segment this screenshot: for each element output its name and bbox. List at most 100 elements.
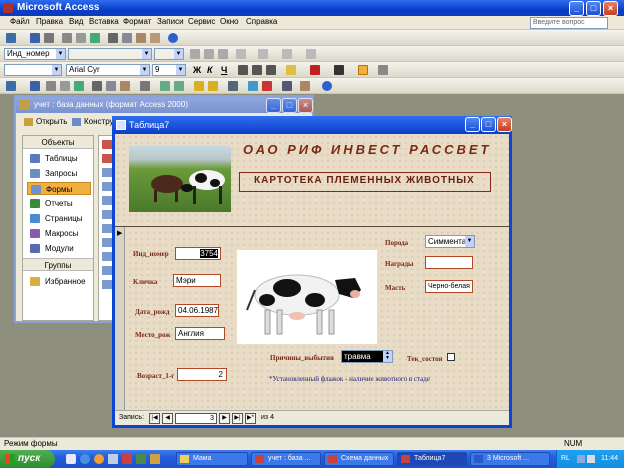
chevron-down-icon[interactable]: ▼ bbox=[56, 49, 65, 59]
italic-icon[interactable]: К bbox=[207, 65, 213, 75]
objects-item-queries[interactable]: Запросы bbox=[27, 167, 91, 180]
objects-item-tables[interactable]: Таблицы bbox=[27, 152, 91, 165]
quicklaunch-icon[interactable] bbox=[136, 454, 146, 464]
objects-item-macros[interactable]: Макросы bbox=[27, 227, 91, 240]
help-search-input[interactable]: Введите вопрос bbox=[530, 17, 608, 29]
open-button[interactable]: Открыть bbox=[24, 117, 67, 126]
start-button[interactable]: пуск bbox=[0, 450, 55, 468]
size-combo-disabled[interactable]: ▼ bbox=[154, 48, 184, 60]
objects-item-modules[interactable]: Модули bbox=[27, 242, 91, 255]
save-icon[interactable] bbox=[30, 33, 40, 43]
last-record-button[interactable]: ▶| bbox=[232, 413, 243, 424]
color-field[interactable]: Черно-белая bbox=[425, 280, 473, 293]
form-item-icon[interactable] bbox=[102, 140, 112, 149]
first-record-button[interactable]: |◀ bbox=[149, 413, 160, 424]
form-minimize-button[interactable]: _ bbox=[465, 117, 480, 132]
volume-icon[interactable] bbox=[587, 455, 595, 463]
spin-icon[interactable]: ▲ ▼ bbox=[383, 351, 392, 362]
menu-format[interactable]: Формат bbox=[123, 17, 151, 26]
language-indicator[interactable]: RL bbox=[561, 450, 570, 468]
design-button[interactable]: Конструк bbox=[72, 117, 117, 126]
menu-view[interactable]: Вид bbox=[69, 17, 83, 26]
quicklaunch-icon[interactable] bbox=[150, 454, 160, 464]
paste-icon[interactable] bbox=[136, 33, 146, 43]
spell-icon[interactable] bbox=[74, 81, 84, 91]
form-item-icon[interactable] bbox=[102, 252, 112, 261]
spell-icon[interactable] bbox=[90, 33, 100, 43]
taskbar-item-mama[interactable]: Мама bbox=[176, 452, 248, 466]
record-selector[interactable]: ▶ bbox=[115, 227, 125, 410]
new-record-button[interactable]: ▶* bbox=[245, 413, 256, 424]
cut-icon[interactable] bbox=[108, 33, 118, 43]
form-close-button[interactable]: × bbox=[497, 117, 512, 132]
copy-icon[interactable] bbox=[106, 81, 116, 91]
menu-file[interactable]: Файл bbox=[10, 17, 30, 26]
menu-tools[interactable]: Сервис bbox=[188, 17, 215, 26]
underline-icon[interactable]: Ч bbox=[221, 65, 227, 75]
font-size-combo[interactable]: 9 ▼ bbox=[152, 64, 186, 76]
object-combo[interactable]: ▼ bbox=[4, 64, 62, 76]
objects-item-reports[interactable]: Отчеты bbox=[27, 197, 91, 210]
dob-field[interactable]: 04.06.1987 bbox=[175, 304, 219, 317]
app-minimize-button[interactable]: _ bbox=[569, 1, 584, 16]
new-object-icon[interactable] bbox=[300, 81, 310, 91]
find-icon[interactable] bbox=[228, 81, 238, 91]
form-item-icon[interactable] bbox=[102, 266, 112, 275]
view-icon[interactable] bbox=[6, 33, 16, 43]
objects-item-pages[interactable]: Страницы bbox=[27, 212, 91, 225]
taskbar-item-db[interactable]: учет : база ... bbox=[251, 452, 321, 466]
fill-color-icon[interactable] bbox=[236, 49, 246, 59]
format-painter-icon[interactable] bbox=[150, 33, 160, 43]
db-maximize-button[interactable]: □ bbox=[282, 98, 297, 113]
special-effect-icon[interactable] bbox=[358, 65, 368, 75]
font-color-icon[interactable] bbox=[310, 65, 320, 75]
delete-record-icon[interactable] bbox=[262, 81, 272, 91]
filter-icon[interactable] bbox=[194, 81, 204, 91]
preview-icon[interactable] bbox=[76, 33, 86, 43]
db-close-button[interactable]: × bbox=[298, 98, 313, 113]
bold-icon[interactable] bbox=[190, 49, 200, 59]
menu-records[interactable]: Записи bbox=[157, 17, 184, 26]
sort-asc-icon[interactable] bbox=[160, 81, 170, 91]
paste-icon[interactable] bbox=[120, 81, 130, 91]
fill-color-icon[interactable] bbox=[286, 65, 296, 75]
print-icon[interactable] bbox=[62, 33, 72, 43]
objects-item-forms[interactable]: Формы bbox=[27, 182, 91, 195]
chevron-down-icon[interactable]: ▼ bbox=[140, 65, 149, 75]
app-close-button[interactable]: × bbox=[603, 1, 618, 16]
menu-help[interactable]: Справка bbox=[246, 17, 277, 26]
font-combo-disabled[interactable]: ▼ bbox=[68, 48, 152, 60]
line-color-icon[interactable] bbox=[282, 49, 292, 59]
form-item-icon[interactable] bbox=[102, 280, 112, 289]
quicklaunch-icon[interactable] bbox=[94, 454, 104, 464]
sort-desc-icon[interactable] bbox=[174, 81, 184, 91]
align-left-icon[interactable] bbox=[238, 65, 248, 75]
new-record-icon[interactable] bbox=[248, 81, 258, 91]
next-record-button[interactable]: ▶ bbox=[219, 413, 230, 424]
current-status-checkbox[interactable] bbox=[447, 353, 455, 361]
search-icon[interactable] bbox=[44, 33, 54, 43]
underline-icon[interactable] bbox=[218, 49, 228, 59]
preview-icon[interactable] bbox=[60, 81, 70, 91]
breed-combo[interactable]: Симмента ▼ bbox=[425, 235, 475, 248]
quicklaunch-icon[interactable] bbox=[122, 454, 132, 464]
groups-item-favorites[interactable]: Избранное bbox=[27, 275, 91, 288]
chevron-down-icon[interactable]: ▼ bbox=[142, 49, 151, 59]
taskbar-item-schema[interactable]: Схема данных bbox=[324, 452, 394, 466]
chevron-down-icon[interactable]: ▼ bbox=[176, 65, 185, 75]
form-maximize-button[interactable]: □ bbox=[481, 117, 496, 132]
form-item-icon[interactable] bbox=[102, 182, 112, 191]
quicklaunch-icon[interactable] bbox=[80, 454, 90, 464]
print-icon[interactable] bbox=[46, 81, 56, 91]
border-icon[interactable] bbox=[306, 49, 316, 59]
form-window-title-bar[interactable]: Таблица7 bbox=[112, 116, 512, 134]
objects-header[interactable]: Объекты bbox=[23, 136, 93, 149]
cut-icon[interactable] bbox=[92, 81, 102, 91]
filter-apply-icon[interactable] bbox=[208, 81, 218, 91]
help-icon[interactable] bbox=[168, 33, 178, 43]
quicklaunch-icon[interactable] bbox=[66, 454, 76, 464]
field-combo[interactable]: Инд_номер ▼ bbox=[4, 48, 66, 60]
reason-combo[interactable]: травма ▲ ▼ bbox=[341, 350, 393, 363]
current-record-input[interactable]: 3 bbox=[175, 413, 217, 424]
form-item-icon[interactable] bbox=[102, 196, 112, 205]
